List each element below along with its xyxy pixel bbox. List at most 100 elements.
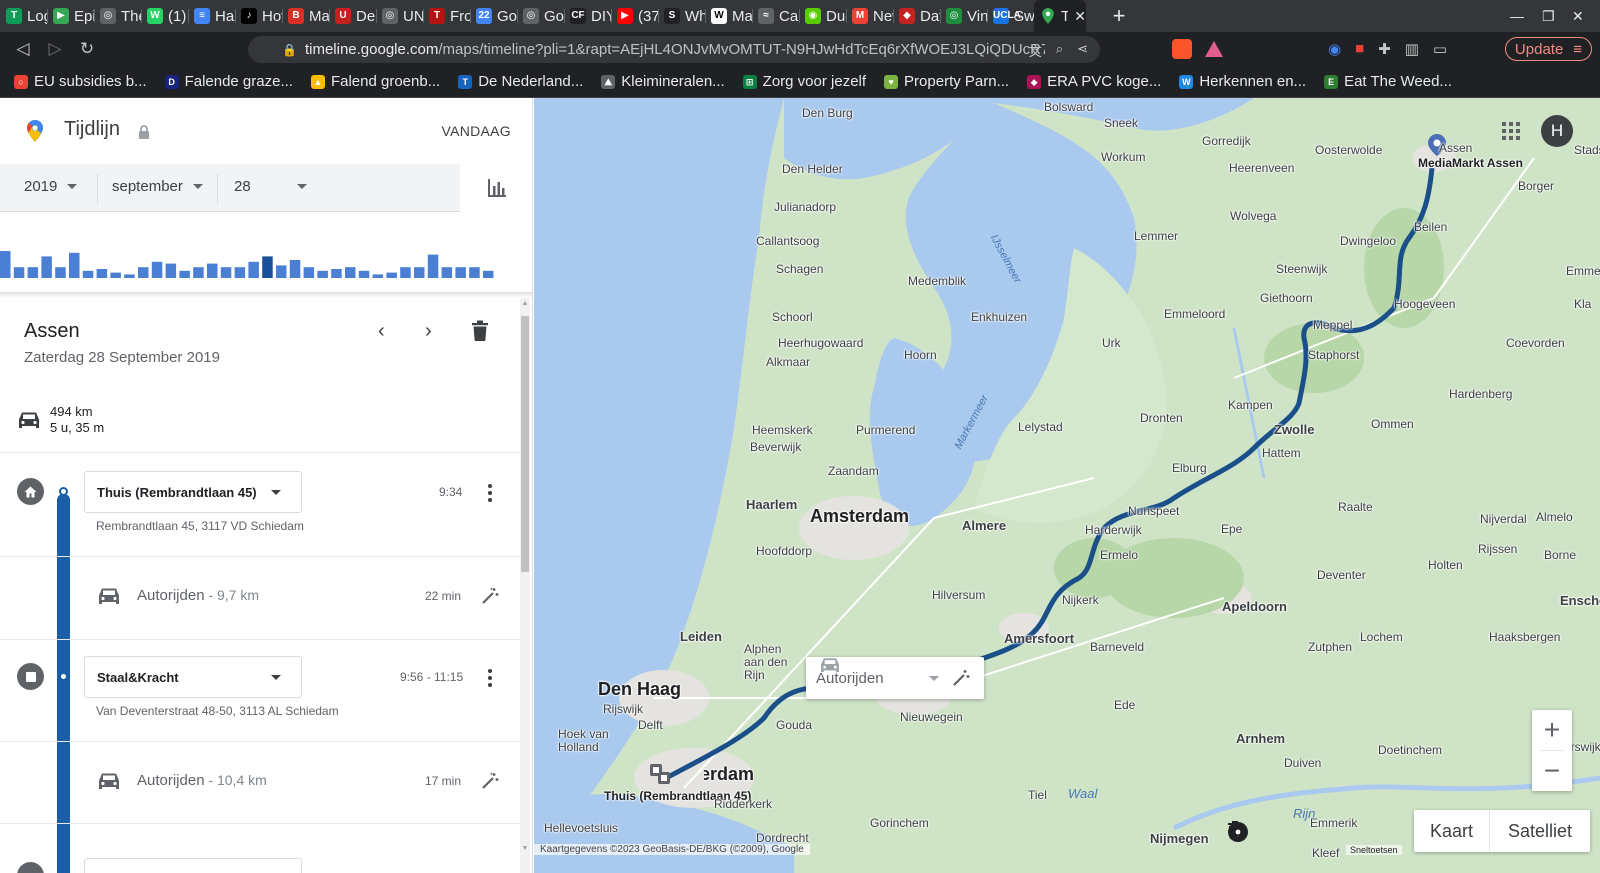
share-icon[interactable]: ⋖: [1077, 41, 1088, 60]
zoom-out-button[interactable]: −: [1532, 751, 1572, 791]
histogram-bar[interactable]: [234, 267, 246, 278]
bookmark-item[interactable]: ⊞ Zorg voor jezelf: [742, 73, 866, 90]
update-button[interactable]: Update ≡: [1505, 37, 1592, 61]
histogram-bar[interactable]: [372, 274, 384, 278]
histogram-bar[interactable]: [207, 263, 218, 278]
histogram-bar[interactable]: [427, 254, 439, 278]
scroll-down-arrow[interactable]: ▼: [521, 845, 529, 853]
histogram-bar[interactable]: [13, 267, 25, 278]
bookmark-item[interactable]: T De Nederland...: [458, 73, 583, 90]
back-button[interactable]: ◁: [8, 39, 38, 59]
histogram-bar[interactable]: [303, 267, 315, 278]
scrollbar-thumb[interactable]: [521, 316, 529, 572]
browser-tab-active[interactable]: T ✕: [1034, 0, 1086, 32]
browser-tab[interactable]: S Wha: [658, 0, 705, 32]
histogram-bar[interactable]: [400, 267, 411, 278]
browser-tab[interactable]: ▶ (370: [611, 0, 658, 32]
edit-wand-icon[interactable]: [481, 587, 499, 605]
forward-button[interactable]: ▷: [40, 39, 70, 59]
map-canvas[interactable]: Bolsward Sneek Gorredijk Oosterwolde Ass…: [534, 98, 1600, 873]
browser-tab[interactable]: CF DIY: [564, 0, 611, 32]
histogram-bar[interactable]: [124, 274, 135, 278]
histogram-bar[interactable]: [110, 272, 121, 278]
place-selector-store[interactable]: Staal&Kracht: [84, 656, 302, 698]
bookmark-item[interactable]: ♥ Property Parn...: [884, 73, 1009, 90]
close-window-button[interactable]: ✕: [1572, 0, 1584, 32]
new-tab-button[interactable]: +: [1104, 3, 1134, 29]
edit-wand-icon[interactable]: [481, 772, 499, 790]
histogram-bar[interactable]: [55, 267, 66, 278]
browser-tab[interactable]: M New: [846, 0, 893, 32]
browser-tab[interactable]: B Mak: [282, 0, 329, 32]
bookmark-item[interactable]: ○ EU subsidies b...: [14, 73, 147, 90]
place-selector-home[interactable]: Thuis (Rembrandtlaan 45): [84, 471, 302, 513]
extensions-puzzle-icon[interactable]: ✚: [1378, 40, 1391, 58]
route-info-popup[interactable]: Autorijden: [806, 657, 984, 699]
histogram-bar[interactable]: [317, 270, 328, 278]
sidebar-icon[interactable]: ▥: [1405, 40, 1419, 58]
map-type-map-button[interactable]: Kaart: [1414, 810, 1490, 852]
activity-histogram[interactable]: [0, 238, 533, 278]
bookmark-item[interactable]: E Eat The Weed...: [1324, 73, 1452, 90]
extension-1-icon[interactable]: ◉: [1328, 40, 1341, 58]
more-options-button[interactable]: [487, 669, 493, 687]
histogram-bar[interactable]: [248, 261, 259, 278]
browser-tab[interactable]: W Mat: [705, 0, 752, 32]
histogram-bar[interactable]: [414, 267, 425, 278]
settings-gear-icon[interactable]: [1229, 821, 1333, 843]
browser-tab[interactable]: ◉ Duo: [799, 0, 846, 32]
delete-day-button[interactable]: [470, 320, 490, 342]
previous-day-button[interactable]: ‹: [378, 320, 385, 343]
bookmark-item[interactable]: W Herkennen en...: [1179, 73, 1306, 90]
year-select[interactable]: 2019: [24, 178, 78, 195]
browser-tab[interactable]: ♪ Hov: [235, 0, 282, 32]
histogram-bar[interactable]: [27, 267, 39, 278]
histogram-bar[interactable]: [165, 263, 177, 278]
home-pin-icon[interactable]: [648, 762, 672, 788]
place-selector-partial[interactable]: [84, 858, 302, 873]
histogram-bar[interactable]: [262, 256, 273, 278]
zoom-in-button[interactable]: +: [1532, 710, 1572, 750]
histogram-bar[interactable]: [151, 261, 163, 278]
keyboard-shortcuts-link[interactable]: Sneltoetsen: [1346, 845, 1402, 855]
bookmark-item[interactable]: ◆ ERA PVC koge...: [1027, 73, 1161, 90]
histogram-bar[interactable]: [276, 265, 287, 278]
next-day-button[interactable]: ›: [425, 320, 432, 343]
wallet-icon[interactable]: ▭: [1433, 40, 1447, 58]
browser-tab[interactable]: ◎ Vinc: [940, 0, 987, 32]
bookmark-item[interactable]: ▲ Falend groenb...: [310, 73, 440, 90]
google-apps-icon[interactable]: [1502, 122, 1520, 140]
stats-button[interactable]: [460, 164, 532, 212]
histogram-bar[interactable]: [441, 267, 453, 278]
histogram-bar[interactable]: [138, 267, 149, 278]
histogram-bar[interactable]: [469, 267, 480, 278]
browser-tab[interactable]: ≈ Calc: [752, 0, 799, 32]
browser-tab[interactable]: ◎ The: [94, 0, 141, 32]
brave-shield-icon[interactable]: [1172, 39, 1192, 59]
histogram-bar[interactable]: [0, 251, 11, 278]
edit-wand-icon[interactable]: [952, 669, 970, 687]
browser-tab[interactable]: ◎ UN g: [376, 0, 423, 32]
reload-button[interactable]: ↻: [72, 39, 102, 59]
activity-label[interactable]: Autorijden - 9,7 km: [137, 587, 259, 604]
address-bar[interactable]: 🔒 timeline.google.com/maps/timeline?pli=…: [248, 36, 1100, 63]
histogram-bar[interactable]: [41, 256, 52, 278]
activity-label[interactable]: Autorijden - 10,4 km: [137, 772, 267, 789]
browser-tab[interactable]: UCLASwe: [987, 0, 1034, 32]
browser-tab[interactable]: 22 Goo: [470, 0, 517, 32]
histogram-bar[interactable]: [289, 260, 301, 278]
minimize-button[interactable]: —: [1510, 0, 1524, 32]
translate-icon[interactable]: 文: [1029, 41, 1042, 60]
histogram-bar[interactable]: [345, 267, 356, 278]
chevron-down-icon[interactable]: [929, 676, 939, 681]
help-icon[interactable]: ?: [1228, 821, 1291, 843]
map-type-satellite-button[interactable]: Satelliet: [1490, 810, 1590, 852]
browser-tab[interactable]: ◎ Gori: [517, 0, 564, 32]
bookmark-item[interactable]: ⛰ Kleimineralen...: [601, 73, 725, 90]
browser-tab[interactable]: W (1) V: [141, 0, 188, 32]
bookmark-item[interactable]: D Falende graze...: [164, 73, 293, 90]
histogram-bar[interactable]: [82, 270, 94, 278]
scroll-up-arrow[interactable]: ▲: [521, 300, 529, 308]
browser-tab[interactable]: T Fror: [423, 0, 470, 32]
histogram-bar[interactable]: [193, 267, 204, 278]
